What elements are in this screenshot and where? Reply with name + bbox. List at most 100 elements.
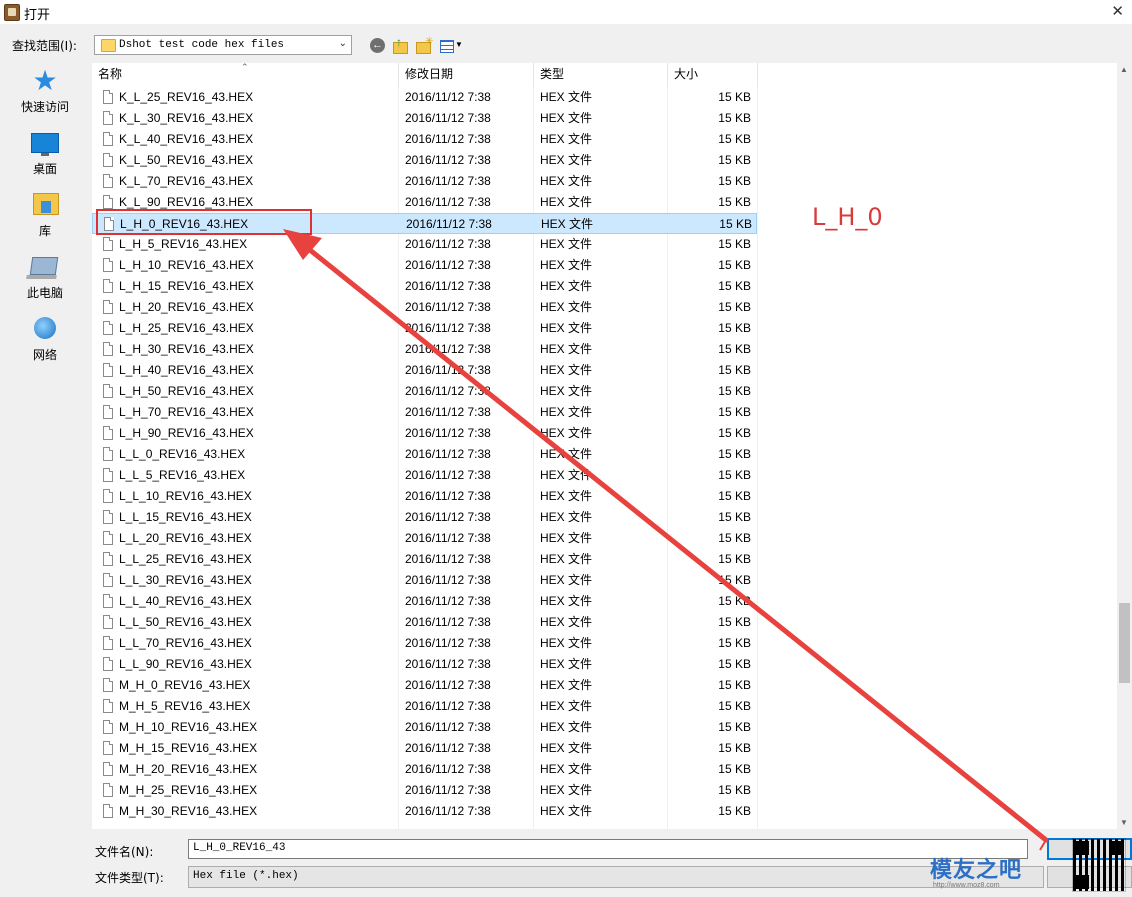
place-library[interactable]: 库 <box>7 187 83 249</box>
file-name-cell: L_L_70_REV16_43.HEX <box>119 636 252 650</box>
table-row[interactable]: L_L_10_REV16_43.HEX 2016/11/12 7:38 HEX 文件… <box>92 486 757 507</box>
file-icon <box>103 111 113 125</box>
file-icon <box>103 300 113 314</box>
table-row[interactable]: L_L_90_REV16_43.HEX 2016/11/12 7:38 HEX 文件… <box>92 654 757 675</box>
scroll-up-icon[interactable]: ▲ <box>1120 65 1128 74</box>
file-size-cell: 15 KB <box>718 132 751 146</box>
file-name-cell: K_L_30_REV16_43.HEX <box>119 111 254 125</box>
file-icon <box>103 762 113 776</box>
place-label: 库 <box>38 224 51 238</box>
place-desktop[interactable]: 桌面 <box>7 125 83 187</box>
back-icon: ← <box>370 38 385 53</box>
file-type-cell: HEX 文件 <box>540 552 593 566</box>
look-in-combobox[interactable]: Dshot test code hex files ⌄ <box>94 35 352 55</box>
file-icon <box>103 594 113 608</box>
column-header-size[interactable]: 大小 <box>668 63 758 87</box>
place-quick-access[interactable]: ★ 快速访问 <box>7 63 83 125</box>
annotation-highlight-box <box>96 209 312 235</box>
file-type-cell: HEX 文件 <box>540 153 593 167</box>
table-row[interactable]: K_L_70_REV16_43.HEX 2016/11/12 7:38 HEX 文件… <box>92 171 757 192</box>
table-row[interactable]: M_H_25_REV16_43.HEX 2016/11/12 7:38 HEX 文件… <box>92 780 757 801</box>
place-this-pc[interactable]: 此电脑 <box>7 249 83 311</box>
table-row[interactable]: L_H_30_REV16_43.HEX 2016/11/12 7:38 HEX 文件… <box>92 339 757 360</box>
file-icon <box>103 657 113 671</box>
scroll-down-icon[interactable]: ▼ <box>1120 818 1128 827</box>
table-row[interactable]: L_L_20_REV16_43.HEX 2016/11/12 7:38 HEX 文件… <box>92 528 757 549</box>
table-row[interactable]: K_L_25_REV16_43.HEX 2016/11/12 7:38 HEX 文件… <box>92 87 757 108</box>
table-row[interactable]: L_L_70_REV16_43.HEX 2016/11/12 7:38 HEX 文件… <box>92 633 757 654</box>
file-size-cell: 15 KB <box>718 678 751 692</box>
vertical-scrollbar[interactable]: ▲ ▼ <box>1117 63 1132 829</box>
table-row[interactable]: L_L_40_REV16_43.HEX 2016/11/12 7:38 HEX 文件… <box>92 591 757 612</box>
file-icon <box>103 258 113 272</box>
table-row[interactable]: L_L_5_REV16_43.HEX 2016/11/12 7:38 HEX 文件 1… <box>92 465 757 486</box>
table-row[interactable]: M_H_5_REV16_43.HEX 2016/11/12 7:38 HEX 文件 1… <box>92 696 757 717</box>
scroll-thumb[interactable] <box>1119 603 1130 683</box>
window-title: 打开 <box>24 8 51 23</box>
table-row[interactable]: M_H_10_REV16_43.HEX 2016/11/12 7:38 HEX 文件… <box>92 717 757 738</box>
file-date-cell: 2016/11/12 7:38 <box>405 552 491 566</box>
column-header-type[interactable]: 类型 <box>534 63 668 87</box>
table-row[interactable]: L_L_15_REV16_43.HEX 2016/11/12 7:38 HEX 文件… <box>92 507 757 528</box>
file-date-cell: 2016/11/12 7:38 <box>405 804 491 818</box>
file-size-cell: 15 KB <box>718 426 751 440</box>
file-size-cell: 15 KB <box>718 279 751 293</box>
table-row[interactable]: L_L_30_REV16_43.HEX 2016/11/12 7:38 HEX 文件… <box>92 570 757 591</box>
file-size-cell: 15 KB <box>718 300 751 314</box>
file-type-cell: HEX 文件 <box>540 384 593 398</box>
table-row[interactable]: L_H_50_REV16_43.HEX 2016/11/12 7:38 HEX 文件… <box>92 381 757 402</box>
table-row[interactable]: L_H_5_REV16_43.HEX 2016/11/12 7:38 HEX 文件 1… <box>92 234 757 255</box>
table-row[interactable]: L_L_25_REV16_43.HEX 2016/11/12 7:38 HEX 文件… <box>92 549 757 570</box>
table-row[interactable]: M_H_0_REV16_43.HEX 2016/11/12 7:38 HEX 文件 1… <box>92 675 757 696</box>
file-icon <box>103 741 113 755</box>
table-row[interactable]: L_H_10_REV16_43.HEX 2016/11/12 7:38 HEX 文件… <box>92 255 757 276</box>
file-date-cell: 2016/11/12 7:38 <box>405 720 491 734</box>
table-row[interactable]: L_L_50_REV16_43.HEX 2016/11/12 7:38 HEX 文件… <box>92 612 757 633</box>
file-type-select[interactable]: Hex file (*.hex) <box>188 866 1044 888</box>
library-icon <box>33 193 59 215</box>
view-menu-button[interactable]: ▼ <box>438 36 466 56</box>
file-size-cell: 15 KB <box>718 762 751 776</box>
file-date-cell: 2016/11/12 7:38 <box>405 741 491 755</box>
file-name-input[interactable]: L_H_0_REV16_43 <box>188 839 1028 859</box>
table-row[interactable]: L_L_0_REV16_43.HEX 2016/11/12 7:38 HEX 文件 1… <box>92 444 757 465</box>
chevron-down-icon[interactable]: ⌄ <box>339 38 347 49</box>
column-header-date[interactable]: 修改日期 <box>399 63 534 87</box>
new-folder-button[interactable]: ✳ <box>414 36 434 56</box>
table-row[interactable]: L_H_40_REV16_43.HEX 2016/11/12 7:38 HEX 文件… <box>92 360 757 381</box>
table-row[interactable]: K_L_50_REV16_43.HEX 2016/11/12 7:38 HEX 文件… <box>92 150 757 171</box>
app-icon <box>4 4 20 21</box>
computer-icon <box>29 257 59 275</box>
table-row[interactable]: L_H_20_REV16_43.HEX 2016/11/12 7:38 HEX 文件… <box>92 297 757 318</box>
table-row[interactable]: M_H_30_REV16_43.HEX 2016/11/12 7:38 HEX 文件… <box>92 801 757 822</box>
file-name-cell: L_L_0_REV16_43.HEX <box>119 447 246 461</box>
file-name-cell: L_L_15_REV16_43.HEX <box>119 510 252 524</box>
places-bar: ★ 快速访问 桌面 库 此电脑 网络 <box>7 63 83 373</box>
table-row[interactable]: L_H_90_REV16_43.HEX 2016/11/12 7:38 HEX 文件… <box>92 423 757 444</box>
table-row[interactable]: M_H_15_REV16_43.HEX 2016/11/12 7:38 HEX 文件… <box>92 738 757 759</box>
table-row[interactable]: M_H_20_REV16_43.HEX 2016/11/12 7:38 HEX 文件… <box>92 759 757 780</box>
file-date-cell: 2016/11/12 7:38 <box>405 615 491 629</box>
place-network[interactable]: 网络 <box>7 311 83 373</box>
table-row[interactable]: K_L_40_REV16_43.HEX 2016/11/12 7:38 HEX 文件… <box>92 129 757 150</box>
file-icon <box>103 405 113 419</box>
table-row[interactable]: L_H_15_REV16_43.HEX 2016/11/12 7:38 HEX 文件… <box>92 276 757 297</box>
file-name-cell: L_H_30_REV16_43.HEX <box>119 342 254 356</box>
table-row[interactable]: K_L_30_REV16_43.HEX 2016/11/12 7:38 HEX 文件… <box>92 108 757 129</box>
table-row[interactable]: L_H_25_REV16_43.HEX 2016/11/12 7:38 HEX 文件… <box>92 318 757 339</box>
file-date-cell: 2016/11/12 7:38 <box>406 217 492 231</box>
file-name-cell: K_L_50_REV16_43.HEX <box>119 153 254 167</box>
back-button[interactable]: ← <box>368 36 388 56</box>
file-type-cell: HEX 文件 <box>540 615 593 629</box>
table-row[interactable]: L_H_70_REV16_43.HEX 2016/11/12 7:38 HEX 文件… <box>92 402 757 423</box>
file-size-cell: 15 KB <box>718 321 751 335</box>
close-icon[interactable]: ✕ <box>1111 2 1124 20</box>
file-list[interactable]: ⌃ 名称 修改日期 类型 大小 K_L_25_REV16_43.HEX 2016/… <box>92 63 1117 829</box>
up-folder-button[interactable]: ↑ <box>390 35 410 56</box>
file-icon <box>103 384 113 398</box>
column-header-name[interactable]: ⌃ 名称 <box>92 63 399 87</box>
file-name-cell: L_L_20_REV16_43.HEX <box>119 531 252 545</box>
file-type-cell: HEX 文件 <box>540 468 593 482</box>
quick-access-star-icon: ★ <box>32 65 58 96</box>
file-type-cell: HEX 文件 <box>540 762 593 776</box>
